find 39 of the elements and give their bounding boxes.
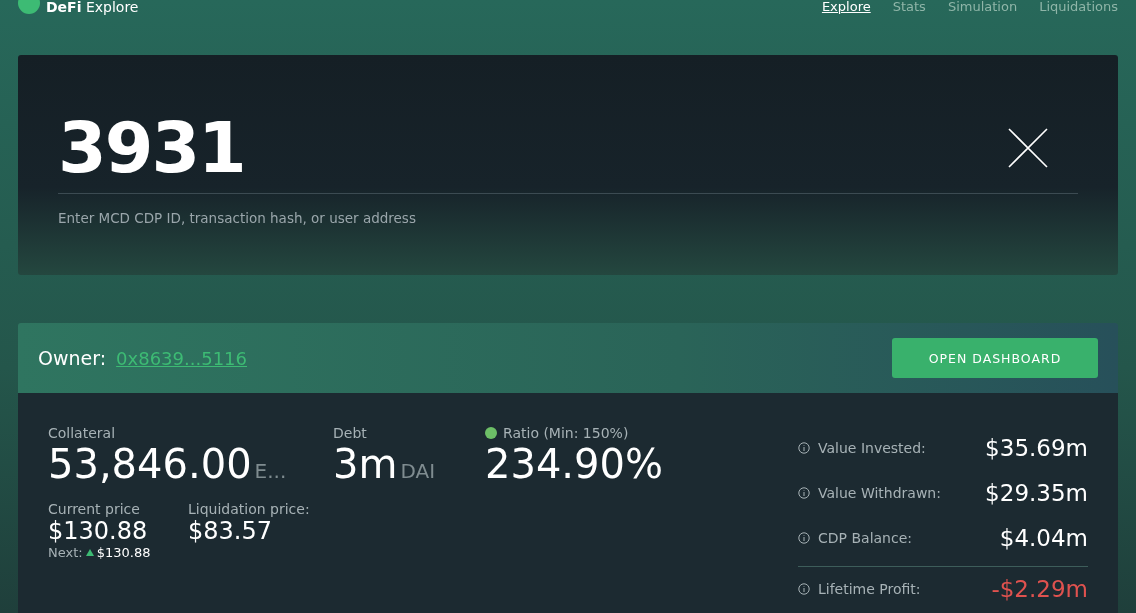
summary-label: Value Withdrawn: bbox=[818, 485, 941, 501]
debt-unit: DAI bbox=[400, 459, 436, 483]
info-icon[interactable] bbox=[798, 532, 810, 544]
summary-label: Lifetime Profit: bbox=[818, 581, 921, 597]
logo-icon bbox=[18, 0, 40, 14]
next-label: Next: bbox=[48, 545, 83, 560]
info-icon[interactable] bbox=[798, 442, 810, 454]
summary-value: $35.69m bbox=[985, 435, 1088, 461]
search-field[interactable]: 3931 bbox=[58, 103, 1078, 194]
debt-label: Debt bbox=[333, 425, 368, 441]
summary-value: -$2.29m bbox=[991, 576, 1088, 602]
next-price: $130.88 bbox=[96, 545, 151, 560]
nav-link[interactable]: Stats bbox=[892, 0, 926, 14]
collateral-unit: E... bbox=[254, 459, 287, 483]
summary-label: Value Invested: bbox=[818, 440, 926, 456]
open-dashboard-button[interactable]: OPEN DASHBOARD bbox=[892, 338, 1098, 378]
nav-link[interactable]: Simulation bbox=[947, 0, 1018, 14]
info-icon[interactable] bbox=[798, 583, 810, 595]
debt-value: 3m bbox=[333, 441, 398, 487]
owner-address-link[interactable]: 0x8639...5116 bbox=[116, 348, 247, 369]
ratio-value: 234.90% bbox=[485, 441, 664, 487]
current-price-label: Current price bbox=[48, 501, 141, 517]
summary-value: $29.35m bbox=[985, 480, 1088, 506]
nav-link[interactable]: Liquidations bbox=[1039, 0, 1118, 14]
summary-label: CDP Balance: bbox=[818, 530, 912, 546]
up-triangle-icon bbox=[85, 549, 94, 556]
owner-label: Owner: bbox=[38, 347, 107, 369]
current-price-value: $130.88 bbox=[48, 517, 149, 545]
search-hint: Enter MCD CDP ID, transaction hash, or user address bbox=[58, 210, 417, 226]
nav-link[interactable]: Explore bbox=[821, 0, 871, 14]
info-icon[interactable] bbox=[798, 487, 810, 499]
close-icon[interactable] bbox=[1008, 128, 1048, 168]
liquidation-price-value: $83.57 bbox=[188, 517, 273, 545]
liquidation-price-label: Liquidation price: bbox=[188, 501, 311, 517]
ratio-label: Ratio (Min: 150%) bbox=[503, 425, 629, 441]
collateral-value: 53,846.00 bbox=[48, 441, 252, 487]
logo-text: DeFi Explore bbox=[46, 0, 139, 14]
collateral-label: Collateral bbox=[48, 425, 117, 441]
summary-value: $4.04m bbox=[999, 525, 1088, 551]
